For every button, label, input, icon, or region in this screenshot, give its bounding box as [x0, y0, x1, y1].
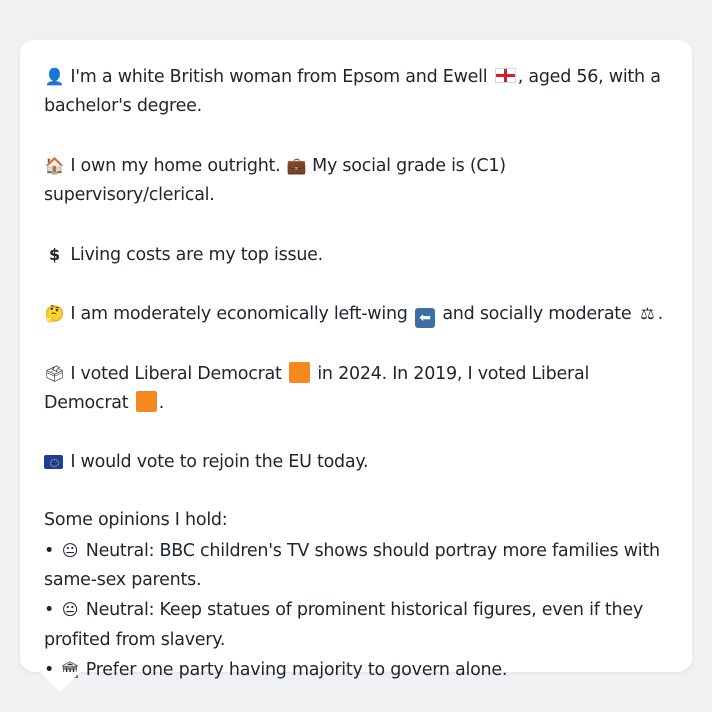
house-icon: 🏠 — [44, 155, 65, 175]
left-arrow-icon: ⬅ — [415, 308, 435, 329]
vote-2024-text: I voted Liberal Democrat — [70, 363, 282, 384]
voting-line: 🗳 I voted Liberal Democrat in 2024. In 2… — [44, 359, 670, 419]
voting-end: . — [158, 393, 165, 414]
bullet: • — [44, 540, 55, 561]
persona-card: 👤 I'm a white British woman from Epsom a… — [20, 40, 692, 680]
briefcase-icon: 💼 — [286, 155, 307, 175]
issue-text: Living costs are my top issue. — [70, 244, 323, 265]
list-item: • 😐 Neutral: BBC children's TV shows sho… — [44, 536, 670, 596]
opinion-text: Prefer one party having majority to gove… — [85, 659, 508, 680]
orange-square-icon — [135, 391, 157, 413]
bust-in-silhouette-icon: 👤 — [44, 67, 65, 86]
opinions-heading: Some opinions I hold: — [44, 510, 228, 531]
ideology-text: I am moderately economically left-wing — [70, 304, 408, 325]
list-item: • 😐 Neutral: Keep statues of prominent h… — [44, 595, 670, 655]
england-flag-icon — [494, 68, 516, 83]
opinion-text: Neutral: BBC children's TV shows should … — [44, 540, 660, 591]
speech-bubble-tail — [40, 672, 80, 692]
housing-line: 🏠 I own my home outright. 💼 My social gr… — [44, 151, 670, 211]
housing-text: I own my home outright. — [70, 155, 281, 176]
eu-flag-icon — [44, 454, 63, 469]
ballot-box-icon: 🗳 — [44, 363, 65, 383]
ideology-text-social: and socially moderate — [442, 304, 632, 325]
intro-text: I'm a white British woman from Epsom and… — [70, 67, 488, 87]
dollar-sign-icon: $ — [49, 244, 60, 264]
issue-line: $ Living costs are my top issue. — [44, 240, 670, 270]
opinion-text: Neutral: Keep statues of prominent histo… — [44, 600, 643, 650]
neutral-face-icon: 😐 — [61, 540, 79, 560]
intro-line: 👤 I'm a white British woman from Epsom a… — [44, 62, 670, 122]
thinking-face-icon: 🤔 — [44, 304, 65, 324]
eu-text: I would vote to rejoin the EU today. — [70, 451, 369, 472]
neutral-face-icon: 😐 — [61, 600, 79, 620]
orange-square-icon — [288, 361, 310, 383]
ideology-line: 🤔 I am moderately economically left-wing… — [44, 299, 670, 329]
eu-line: I would vote to rejoin the EU today. — [44, 448, 670, 477]
list-item: • 🏛 Prefer one party having majority to … — [44, 655, 670, 685]
bullet: • — [44, 600, 55, 621]
balance-scale-icon: ⚖ — [640, 304, 655, 324]
ideology-end: . — [657, 304, 664, 325]
